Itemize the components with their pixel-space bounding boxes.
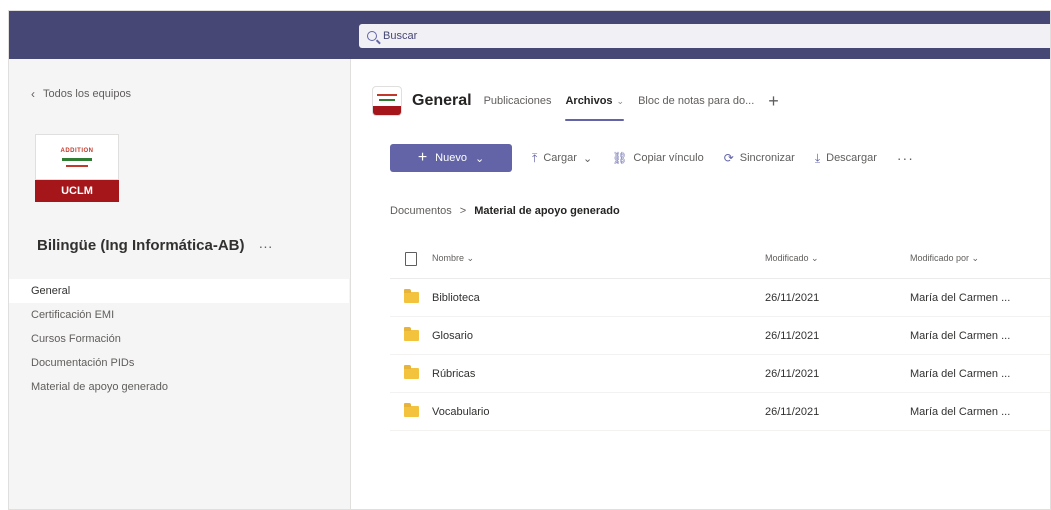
chevron-down-icon: ⌄ xyxy=(474,152,485,165)
table-row[interactable]: Vocabulario 26/11/2021 María del Carmen … xyxy=(390,393,1050,431)
row-name[interactable]: Vocabulario xyxy=(432,406,765,418)
team-name: Bilingüe (Ing Informática-AB) ··· xyxy=(37,237,273,254)
row-modified: 26/11/2021 xyxy=(765,367,820,380)
channel-item-documentacion[interactable]: Documentación PIDs xyxy=(9,351,349,375)
logo-top-text: ADDITION xyxy=(60,147,94,154)
link-icon: ⛓ xyxy=(612,151,628,165)
table-row[interactable]: Rúbricas 26/11/2021 María del Carmen ... xyxy=(390,355,1050,393)
channel-header: General Publicaciones Archivos ⌄ Bloc de… xyxy=(372,81,793,121)
row-modified-by: María del Carmen ... xyxy=(910,367,1011,380)
channel-logo-icon xyxy=(372,86,402,116)
tab-bloc-de-notas[interactable]: Bloc de notas para do... xyxy=(638,81,754,121)
row-modified: 26/11/2021 xyxy=(765,405,820,418)
breadcrumb-separator: > xyxy=(459,205,467,217)
file-type-icon xyxy=(405,251,417,266)
folder-icon xyxy=(403,403,419,417)
channel-item-certificacion[interactable]: Certificación EMI xyxy=(9,303,349,327)
main-content: General Publicaciones Archivos ⌄ Bloc de… xyxy=(352,59,1050,509)
breadcrumb-root[interactable]: Documentos xyxy=(390,205,452,217)
row-modified-by: María del Carmen ... xyxy=(910,329,1011,342)
back-to-teams-link[interactable]: ‹ Todos los equipos xyxy=(31,87,131,101)
channel-title: General xyxy=(412,92,472,109)
back-label: Todos los equipos xyxy=(43,88,132,100)
row-name[interactable]: Glosario xyxy=(432,330,765,342)
chevron-down-icon: ⌄ xyxy=(582,152,593,165)
files-toolbar: + Nuevo ⌄ ⤒ Cargar ⌄ ⛓ Copiar vínculo ⟳ … xyxy=(390,143,914,173)
team-more-options-icon[interactable]: ··· xyxy=(259,238,273,254)
chevron-left-icon: ‹ xyxy=(31,87,35,101)
sidebar: ‹ Todos los equipos ADDITION UCLM Biling… xyxy=(9,59,351,509)
channel-item-general[interactable]: General xyxy=(9,279,349,303)
row-name[interactable]: Rúbricas xyxy=(432,368,765,380)
header-modified-by[interactable]: Modificado por ⌄ xyxy=(910,253,1050,264)
upload-button[interactable]: ⤒ Cargar ⌄ xyxy=(532,151,592,166)
teams-window: Buscar ‹ Todos los equipos ADDITION UCLM… xyxy=(8,10,1051,510)
folder-icon xyxy=(403,327,419,341)
breadcrumb-current: Material de apoyo generado xyxy=(474,205,620,217)
new-button[interactable]: + Nuevo ⌄ xyxy=(390,144,512,172)
folder-icon xyxy=(403,289,419,303)
table-row[interactable]: Biblioteca 26/11/2021 María del Carmen .… xyxy=(390,279,1050,317)
team-logo: ADDITION UCLM xyxy=(35,134,119,206)
top-bar: Buscar xyxy=(9,11,1050,59)
tab-archivos[interactable]: Archivos ⌄ xyxy=(565,81,624,121)
channel-item-material[interactable]: Material de apoyo generado xyxy=(9,375,349,399)
logo-bottom-text: UCLM xyxy=(35,180,119,202)
table-row[interactable]: Glosario 26/11/2021 María del Carmen ... xyxy=(390,317,1050,355)
row-modified-by: María del Carmen ... xyxy=(910,291,1011,304)
breadcrumb: Documentos > Material de apoyo generado xyxy=(390,205,620,217)
row-modified-by: María del Carmen ... xyxy=(910,405,1011,418)
row-name[interactable]: Biblioteca xyxy=(432,292,765,304)
header-name[interactable]: Nombre ⌄ xyxy=(432,253,765,264)
chevron-down-icon: ⌄ xyxy=(616,95,625,106)
download-button[interactable]: ⤓ Descargar xyxy=(815,151,877,166)
team-name-label: Bilingüe (Ing Informática-AB) xyxy=(37,237,245,254)
row-modified: 26/11/2021 xyxy=(765,291,820,304)
channel-item-cursos[interactable]: Cursos Formación xyxy=(9,327,349,351)
upload-icon: ⤒ xyxy=(532,150,538,165)
more-options-icon[interactable]: ··· xyxy=(897,150,914,166)
header-modified[interactable]: Modificado ⌄ xyxy=(765,253,910,264)
add-tab-button[interactable]: + xyxy=(768,81,779,121)
sync-icon: ⟳ xyxy=(723,151,734,165)
copy-link-button[interactable]: ⛓ Copiar vínculo xyxy=(612,151,704,165)
download-icon: ⤓ xyxy=(814,150,821,165)
tab-publicaciones[interactable]: Publicaciones xyxy=(484,81,552,121)
search-input[interactable]: Buscar xyxy=(359,24,1050,48)
search-placeholder: Buscar xyxy=(383,30,418,42)
channel-list: General Certificación EMI Cursos Formaci… xyxy=(9,279,349,399)
search-icon xyxy=(367,31,377,41)
folder-icon xyxy=(403,365,419,379)
row-modified: 26/11/2021 xyxy=(765,329,820,342)
plus-icon: + xyxy=(417,149,428,166)
sync-button[interactable]: ⟳ Sincronizar xyxy=(724,151,795,165)
files-table: Nombre ⌄ Modificado ⌄ Modificado por ⌄ B… xyxy=(390,239,1050,431)
table-header: Nombre ⌄ Modificado ⌄ Modificado por ⌄ xyxy=(390,239,1050,279)
